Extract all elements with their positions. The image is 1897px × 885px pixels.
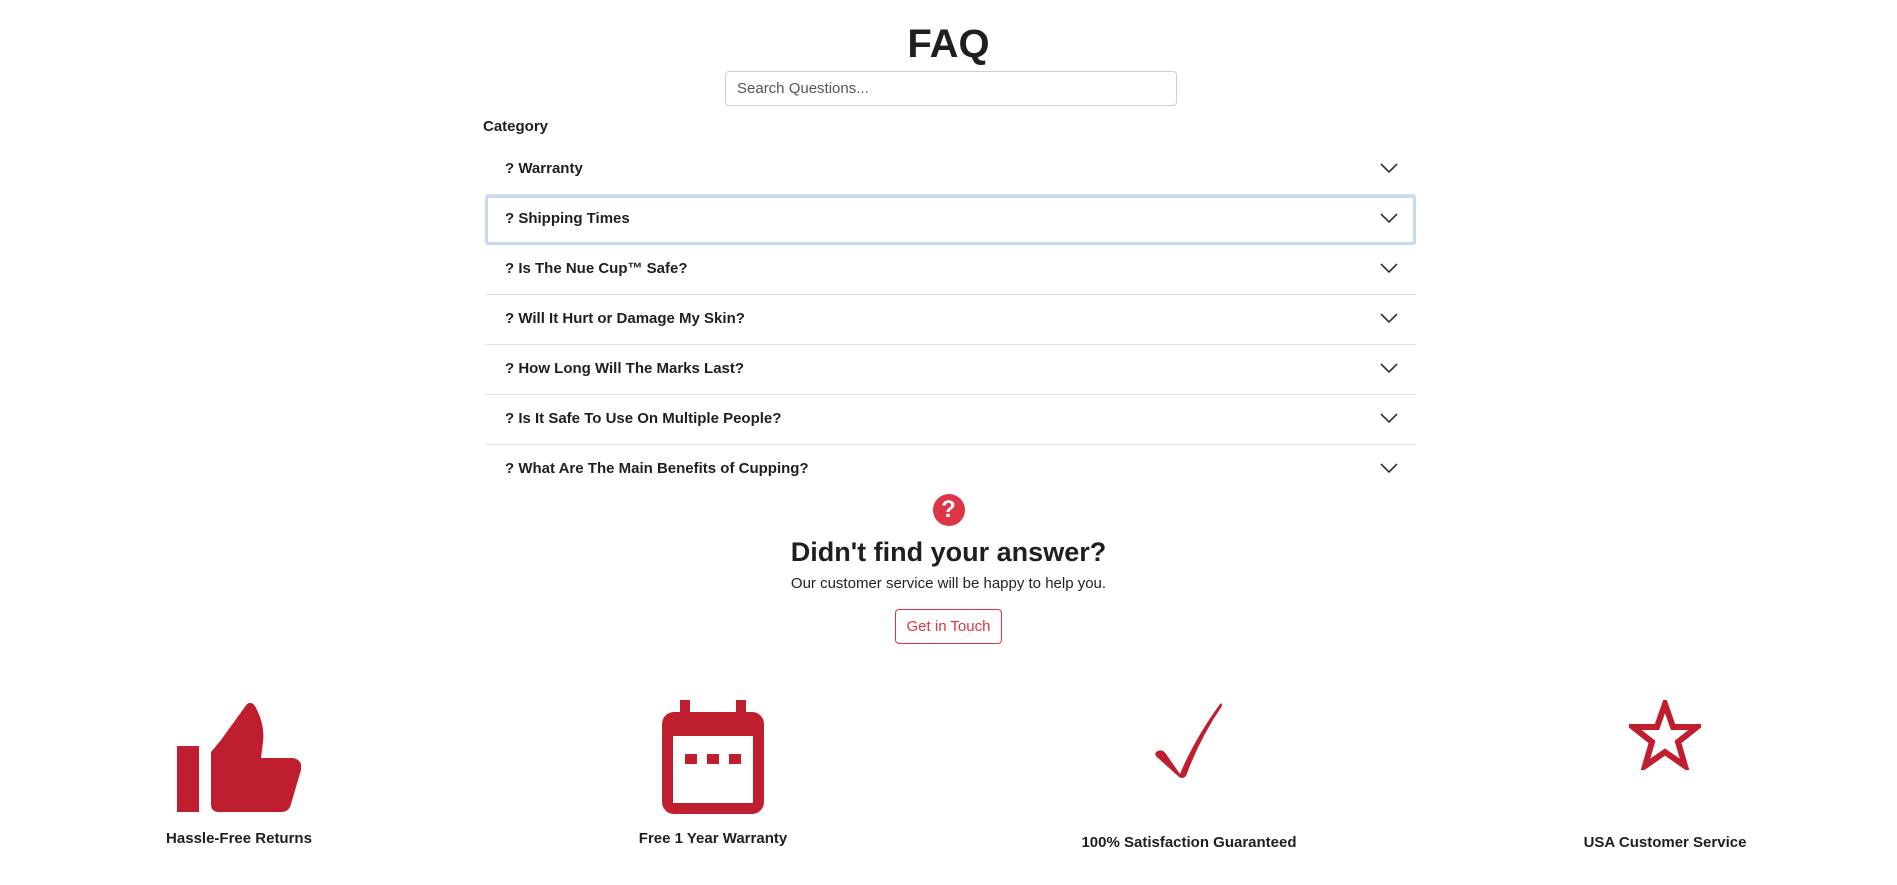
feature-satisfaction: 100% Satisfaction Guaranteed [1069, 700, 1309, 851]
faq-item-multiple-people[interactable]: ? Is It Safe To Use On Multiple People? [485, 395, 1416, 445]
help-title: Didn't find your answer? [790, 537, 1107, 567]
get-in-touch-button[interactable]: Get in Touch [894, 609, 1003, 644]
chevron-down-icon [1380, 213, 1398, 224]
feature-warranty: Free 1 Year Warranty [593, 700, 833, 847]
faq-question: ? Is The Nue Cup™ Safe? [505, 260, 688, 277]
faq-item-marks-last[interactable]: ? How Long Will The Marks Last? [485, 345, 1416, 395]
feature-label: 100% Satisfaction Guaranteed [1081, 834, 1297, 851]
category-label: Category [483, 118, 549, 135]
feature-usa-service: USA Customer Service [1545, 700, 1785, 851]
help-subtitle: Our customer service will be happy to he… [790, 575, 1107, 592]
chevron-down-icon [1380, 363, 1398, 374]
faq-question: ? Will It Hurt or Damage My Skin? [505, 310, 745, 327]
faq-question: ? What Are The Main Benefits of Cupping? [505, 460, 809, 477]
checkmark-icon [1155, 703, 1222, 778]
star-icon [1629, 700, 1701, 770]
page-title: FAQ [907, 22, 990, 66]
calendar-icon [662, 700, 764, 814]
faq-item-warranty[interactable]: ? Warranty [485, 145, 1416, 195]
chevron-down-icon [1380, 313, 1398, 324]
chevron-down-icon [1380, 263, 1398, 274]
faq-item-nue-cup-safe[interactable]: ? Is The Nue Cup™ Safe? [485, 245, 1416, 295]
faq-question: ? Warranty [505, 160, 583, 177]
faq-item-benefits[interactable]: ? What Are The Main Benefits of Cupping? [485, 445, 1416, 495]
thumbs-up-icon [177, 702, 301, 812]
feature-label: Hassle-Free Returns [166, 830, 312, 847]
faq-accordion: ? Warranty ? Shipping Times ? Is The Nue… [485, 145, 1416, 495]
chevron-down-icon [1380, 163, 1398, 174]
faq-item-hurt-skin[interactable]: ? Will It Hurt or Damage My Skin? [485, 295, 1416, 345]
chevron-down-icon [1380, 463, 1398, 474]
faq-item-shipping-times[interactable]: ? Shipping Times [485, 195, 1416, 245]
faq-question: ? Shipping Times [505, 210, 630, 227]
faq-question: ? Is It Safe To Use On Multiple People? [505, 410, 782, 427]
help-block: ? Didn't find your answer? Our customer … [0, 494, 1897, 644]
feature-returns: Hassle-Free Returns [119, 700, 359, 847]
search-input[interactable] [725, 71, 1177, 106]
faq-question: ? How Long Will The Marks Last? [505, 360, 745, 377]
chevron-down-icon [1380, 413, 1398, 424]
question-circle-icon: ? [932, 494, 965, 526]
feature-label: USA Customer Service [1583, 834, 1747, 851]
feature-label: Free 1 Year Warranty [638, 830, 788, 847]
